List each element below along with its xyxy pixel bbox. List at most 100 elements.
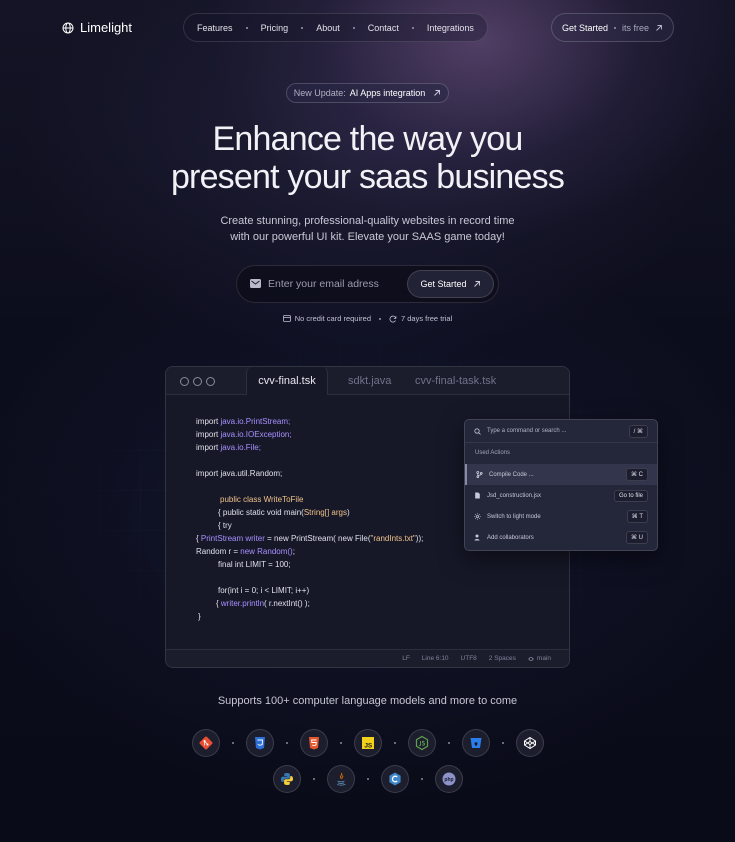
icon-separator	[339, 742, 342, 744]
nav-about[interactable]: About	[316, 23, 340, 33]
user-add-icon	[474, 534, 480, 541]
globe-icon	[62, 22, 74, 33]
tab-sdkt-java[interactable]: sdkt.java	[348, 367, 391, 395]
editor-statusbar: LF Line 6:10 UTF8 2 Spaces main	[166, 649, 569, 667]
tech-icons-row-2: php	[0, 765, 735, 793]
email-input[interactable]	[268, 276, 398, 292]
git-icon[interactable]	[191, 729, 220, 757]
code-content[interactable]: import java.io.PrintStream; import java.…	[196, 415, 423, 623]
code-line: import java.io.IOException;	[196, 430, 292, 439]
code-line: public class WriteToFile	[220, 495, 304, 504]
nav-contact[interactable]: Contact	[368, 23, 399, 33]
bitbucket-icon[interactable]	[461, 729, 490, 757]
c-plus-plus-icon[interactable]	[380, 765, 409, 793]
tab-cvv-final[interactable]: cvv-final.tsk	[246, 367, 328, 395]
cta-label: Get Started	[561, 22, 608, 33]
hero-features: No credit card required 7 days free tria…	[0, 314, 735, 323]
git-branch-icon	[476, 471, 483, 478]
supports-text: Supports 100+ computer language models a…	[217, 695, 518, 707]
arrow-up-right-icon	[434, 90, 441, 96]
status-branch[interactable]: main	[527, 655, 551, 662]
search-icon	[474, 427, 481, 435]
icon-separator	[285, 742, 288, 744]
nav-separator	[411, 26, 414, 29]
subtext-line-2: with our powerful UI kit. Elevate your S…	[230, 231, 505, 243]
tech-icons-row-1: JS	[0, 729, 735, 757]
email-button-label: Get Started	[420, 279, 467, 289]
status-cursor[interactable]: Line 6:10	[422, 655, 449, 662]
status-encoding[interactable]: UTF8	[461, 655, 477, 662]
cta-sub: its free	[622, 22, 650, 33]
icon-separator	[366, 778, 369, 780]
sun-icon	[474, 513, 481, 520]
palette-section-title: Used Actions	[475, 450, 511, 456]
palette-item-file[interactable]: Jsd_construction.jsx Go to file	[465, 485, 657, 506]
code-line: Random r = new Random();	[196, 547, 295, 556]
git-branch-icon	[527, 656, 534, 661]
status-indent[interactable]: 2 Spaces	[489, 655, 516, 662]
icon-separator	[420, 778, 423, 780]
code-line: import java.util.Random;	[196, 469, 283, 478]
nav-separator	[352, 26, 355, 29]
css3-icon[interactable]	[245, 729, 274, 757]
subtext-line-1: Create stunning, professional-quality we…	[220, 215, 515, 227]
svg-text:php: php	[444, 777, 453, 783]
window-close-dot[interactable]	[180, 377, 189, 386]
headline-line-2: present your saas business	[170, 158, 565, 196]
status-line-ending[interactable]: LF	[402, 655, 410, 662]
window-minimize-dot[interactable]	[193, 377, 202, 386]
palette-search[interactable]: Type a command or search ... / ⌘	[465, 420, 657, 443]
feature-free-trial: 7 days free trial	[389, 314, 452, 323]
update-badge[interactable]: New Update: AI Apps integration	[286, 83, 449, 103]
code-line: import java.io.File;	[196, 443, 261, 452]
html5-icon[interactable]	[299, 729, 328, 757]
command-palette: Type a command or search ... / ⌘ Used Ac…	[464, 419, 658, 551]
hero-subtext: Create stunning, professional-quality we…	[0, 213, 735, 245]
java-icon[interactable]	[326, 765, 355, 793]
palette-search-shortcut: / ⌘	[628, 424, 648, 438]
badge-text: AI Apps integration	[349, 88, 426, 98]
feature-no-credit-card: No credit card required	[282, 314, 371, 323]
credit-card-icon	[282, 315, 291, 322]
code-line: for(int i = 0; i < LIMIT; i++)	[218, 586, 310, 595]
code-line: import java.io.PrintStream;	[196, 417, 291, 426]
page-title: Enhance the way you present your saas bu…	[0, 120, 735, 196]
palette-item-compile[interactable]: Compile Code ... ⌘ C	[465, 464, 657, 485]
header-get-started-button[interactable]: Get Started its free	[551, 13, 674, 42]
nodejs-icon[interactable]	[407, 729, 436, 757]
file-icon	[475, 492, 480, 499]
mail-icon	[250, 279, 261, 288]
arrow-up-right-icon	[656, 24, 662, 31]
window-maximize-dot[interactable]	[206, 377, 215, 386]
arrow-up-right-icon	[473, 281, 480, 287]
php-icon[interactable]: php	[434, 765, 463, 793]
code-line: { public static void main(String[] args)	[218, 508, 350, 517]
nav-features[interactable]: Features	[197, 23, 233, 33]
codepen-icon[interactable]	[515, 729, 544, 757]
nav-separator	[301, 26, 304, 29]
code-line: { writer.println( r.nextInt() );	[216, 599, 310, 608]
logo[interactable]: Limelight	[62, 20, 132, 35]
code-line: { PrintStream writer = new PrintStream( …	[196, 534, 424, 543]
javascript-icon[interactable]: JS	[353, 729, 382, 757]
python-icon[interactable]	[272, 765, 301, 793]
palette-item-light-mode[interactable]: Switch to light mode ⌘ T	[465, 506, 657, 527]
email-get-started-button[interactable]: Get Started	[407, 270, 494, 298]
svg-text:JS: JS	[364, 743, 373, 750]
logo-text: Limelight	[80, 20, 133, 35]
code-line: }	[198, 612, 201, 621]
main-nav: Features Pricing About Contact Integrati…	[183, 13, 488, 42]
icon-separator	[447, 742, 450, 744]
nav-separator	[245, 26, 248, 29]
tab-cvv-final-task[interactable]: cvv-final-task.tsk	[415, 367, 496, 395]
feature-2-text: 7 days free trial	[401, 314, 453, 323]
palette-item-collaborators[interactable]: Add collaborators ⌘ U	[465, 527, 657, 548]
nav-pricing[interactable]: Pricing	[261, 23, 289, 33]
nav-integrations[interactable]: Integrations	[427, 23, 474, 33]
icon-separator	[501, 742, 504, 744]
feature-1-text: No credit card required	[294, 314, 371, 323]
icon-separator	[312, 778, 315, 780]
refresh-icon	[389, 315, 397, 322]
